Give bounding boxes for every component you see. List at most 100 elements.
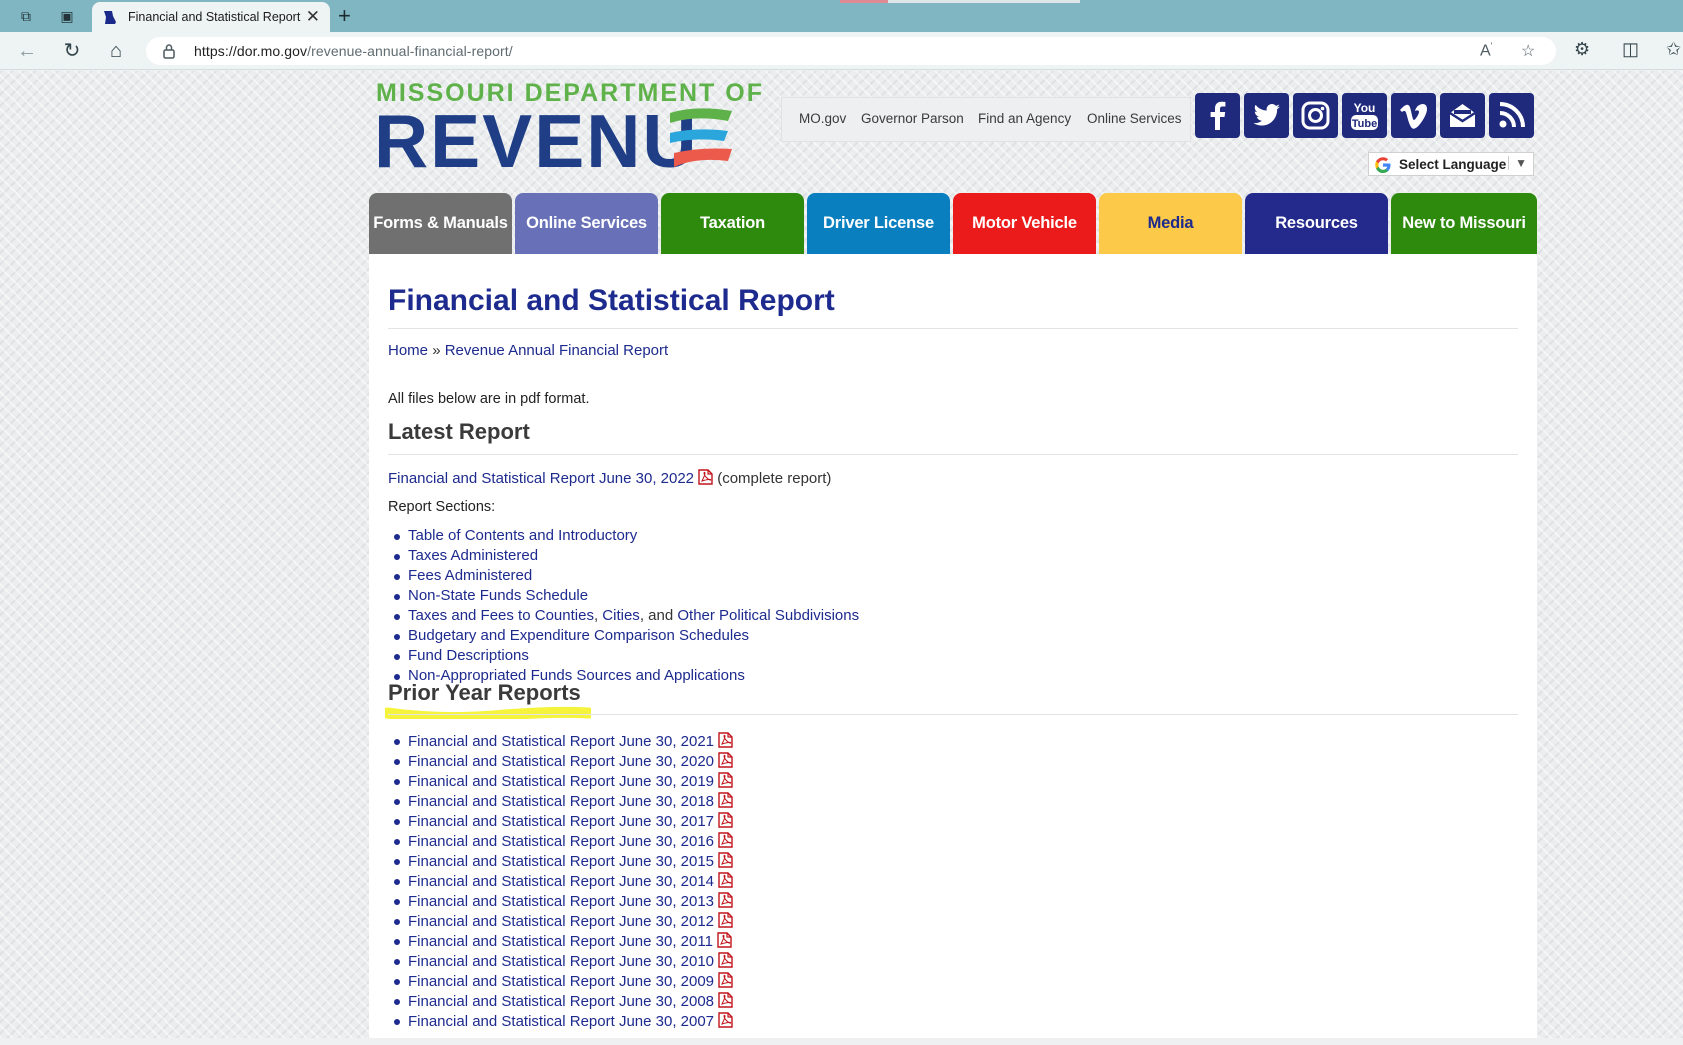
read-aloud-icon[interactable]: Aʹ xyxy=(1480,41,1492,60)
intro-text: All files below are in pdf format. xyxy=(388,391,590,407)
prior-report-item: Financial and Statistical Report June 30… xyxy=(393,832,733,852)
favorite-star-icon[interactable]: ☆ xyxy=(1521,41,1535,61)
pdf-icon[interactable] xyxy=(718,752,733,768)
breadcrumb-current[interactable]: Revenue Annual Financial Report xyxy=(445,342,668,359)
tab-title: Financial and Statistical Report xyxy=(128,10,301,24)
prior-report-item: Financial and Statistical Report June 30… xyxy=(393,812,733,832)
instagram-icon[interactable] xyxy=(1293,93,1338,138)
twitter-icon[interactable] xyxy=(1244,93,1289,138)
other-subdivisions-link[interactable]: Other Political Subdivisions xyxy=(677,607,859,624)
dropdown-caret-icon: ▼ xyxy=(1508,156,1527,170)
prior-report-link[interactable]: Financial and Statistical Report June 30… xyxy=(408,893,714,910)
pdf-icon[interactable] xyxy=(718,772,733,788)
prior-report-link[interactable]: Financial and Statistical Report June 30… xyxy=(408,993,714,1010)
section-link[interactable]: Non-State Funds Schedule xyxy=(393,587,859,607)
url-path: /revenue-annual-financial-report/ xyxy=(307,43,513,59)
breadcrumb: Home » Revenue Annual Financial Report xyxy=(388,342,668,359)
back-icon[interactable]: ← xyxy=(15,39,39,63)
language-select[interactable]: Select Language ▼ xyxy=(1368,152,1534,176)
prior-report-link[interactable]: Financial and Statistical Report June 30… xyxy=(408,933,713,950)
link-mo-gov[interactable]: MO.gov xyxy=(799,111,846,126)
vimeo-icon[interactable] xyxy=(1391,93,1436,138)
link-online-services[interactable]: Online Services xyxy=(1087,111,1182,126)
pdf-icon[interactable] xyxy=(718,872,733,888)
pdf-icon[interactable] xyxy=(718,952,733,968)
prior-report-item: Financial and Statistical Report June 30… xyxy=(393,992,733,1012)
nav-taxation[interactable]: Taxation xyxy=(661,193,804,254)
lock-icon[interactable] xyxy=(162,43,176,59)
prior-report-link[interactable]: Financial and Statistical Report June 30… xyxy=(408,953,714,970)
section-link[interactable]: Taxes Administered xyxy=(393,547,859,567)
browser-tab[interactable]: Financial and Statistical Report ✕ xyxy=(92,2,330,32)
tab-strip-indicator xyxy=(840,0,1080,3)
section-subdivisions-item: Taxes and Fees to Counties, Cities, and … xyxy=(393,607,859,627)
section-link[interactable]: Fund Descriptions xyxy=(393,647,859,667)
pdf-icon[interactable] xyxy=(718,812,733,828)
google-g-icon xyxy=(1375,157,1391,173)
section-link[interactable]: Budgetary and Expenditure Comparison Sch… xyxy=(393,627,859,647)
prior-year-heading: Prior Year Reports xyxy=(388,680,581,705)
page-title: Financial and Statistical Report xyxy=(388,284,835,317)
cities-link[interactable]: Cities xyxy=(602,607,640,624)
email-icon[interactable] xyxy=(1440,93,1485,138)
pdf-icon[interactable] xyxy=(718,992,733,1008)
home-icon[interactable]: ⌂ xyxy=(104,39,128,63)
link-find-an-agency[interactable]: Find an Agency xyxy=(978,111,1071,126)
prior-report-item: Financial and Statistical Report June 30… xyxy=(393,752,733,772)
latest-report-link[interactable]: Financial and Statistical Report June 30… xyxy=(388,470,694,487)
pdf-icon[interactable] xyxy=(718,1012,733,1028)
prior-report-link[interactable]: Financial and Statistical Report June 30… xyxy=(408,833,714,850)
prior-report-link[interactable]: Financial and Statistical Report June 30… xyxy=(408,793,714,810)
nav-forms-manuals[interactable]: Forms & Manuals xyxy=(369,193,512,254)
prior-report-link[interactable]: Financial and Statistical Report June 30… xyxy=(408,753,714,770)
prior-reports-list: Financial and Statistical Report June 30… xyxy=(393,732,733,1032)
nav-new-to-missouri[interactable]: New to Missouri xyxy=(1391,193,1537,254)
nav-online-services[interactable]: Online Services xyxy=(515,193,658,254)
extensions-icon[interactable]: ⚙ xyxy=(1574,39,1590,60)
pdf-icon[interactable] xyxy=(718,912,733,928)
pdf-icon[interactable] xyxy=(718,792,733,808)
nav-driver-license[interactable]: Driver License xyxy=(807,193,950,254)
facebook-icon[interactable] xyxy=(1195,93,1240,138)
youtube-icon[interactable]: You Tube xyxy=(1342,93,1387,138)
prior-report-link[interactable]: Financial and Statistical Report June 30… xyxy=(408,733,714,750)
prior-report-link[interactable]: Financial and Statistical Report June 30… xyxy=(408,873,714,890)
pdf-icon[interactable] xyxy=(718,892,733,908)
new-tab-icon[interactable]: + xyxy=(338,3,351,29)
browser-tab-bar: ⧉ ▣ Financial and Statistical Report ✕ + xyxy=(0,0,1683,32)
prior-divider xyxy=(388,714,1518,715)
report-sections-label: Report Sections: xyxy=(388,499,496,515)
prior-report-link[interactable]: Financial and Statistical Report June 30… xyxy=(408,813,714,830)
tab-actions-icon[interactable]: ▣ xyxy=(58,7,76,25)
split-screen-icon[interactable]: ◫ xyxy=(1622,39,1639,60)
nav-motor-vehicle[interactable]: Motor Vehicle xyxy=(953,193,1096,254)
logo-e-stripes-icon xyxy=(670,108,732,167)
pdf-icon[interactable] xyxy=(717,932,732,948)
link-governor-parson[interactable]: Governor Parson xyxy=(861,111,964,126)
refresh-icon[interactable]: ↻ xyxy=(60,39,84,63)
nav-media[interactable]: Media xyxy=(1099,193,1242,254)
breadcrumb-home[interactable]: Home xyxy=(388,342,428,359)
pdf-icon[interactable] xyxy=(718,972,733,988)
counties-link[interactable]: Taxes and Fees to Counties xyxy=(408,607,594,624)
prior-report-link[interactable]: Finanical and Statistical Report June 30… xyxy=(408,773,714,790)
pdf-icon[interactable] xyxy=(718,852,733,868)
prior-report-item: Financial and Statistical Report June 30… xyxy=(393,952,733,972)
prior-report-link[interactable]: Financial and Statistical Report June 30… xyxy=(408,1013,714,1030)
favorites-icon[interactable]: ✩ xyxy=(1666,39,1681,60)
url-field[interactable]: https://dor.mo.gov/revenue-annual-financ… xyxy=(146,37,1556,65)
prior-report-link[interactable]: Financial and Statistical Report June 30… xyxy=(408,973,714,990)
workspaces-icon[interactable]: ⧉ xyxy=(17,7,35,25)
section-link[interactable]: Table of Contents and Introductory xyxy=(393,527,859,547)
rss-icon[interactable] xyxy=(1489,93,1534,138)
dor-logo[interactable]: MISSOURI DEPARTMENT OF REVENU xyxy=(374,79,762,181)
latest-report-heading: Latest Report xyxy=(388,419,530,444)
prior-report-link[interactable]: Financial and Statistical Report June 30… xyxy=(408,913,714,930)
pdf-icon[interactable] xyxy=(718,732,733,748)
pdf-icon[interactable] xyxy=(698,469,713,485)
nav-resources[interactable]: Resources xyxy=(1245,193,1388,254)
section-link[interactable]: Fees Administered xyxy=(393,567,859,587)
close-tab-icon[interactable]: ✕ xyxy=(306,7,320,27)
prior-report-link[interactable]: Financial and Statistical Report June 30… xyxy=(408,853,714,870)
pdf-icon[interactable] xyxy=(718,832,733,848)
